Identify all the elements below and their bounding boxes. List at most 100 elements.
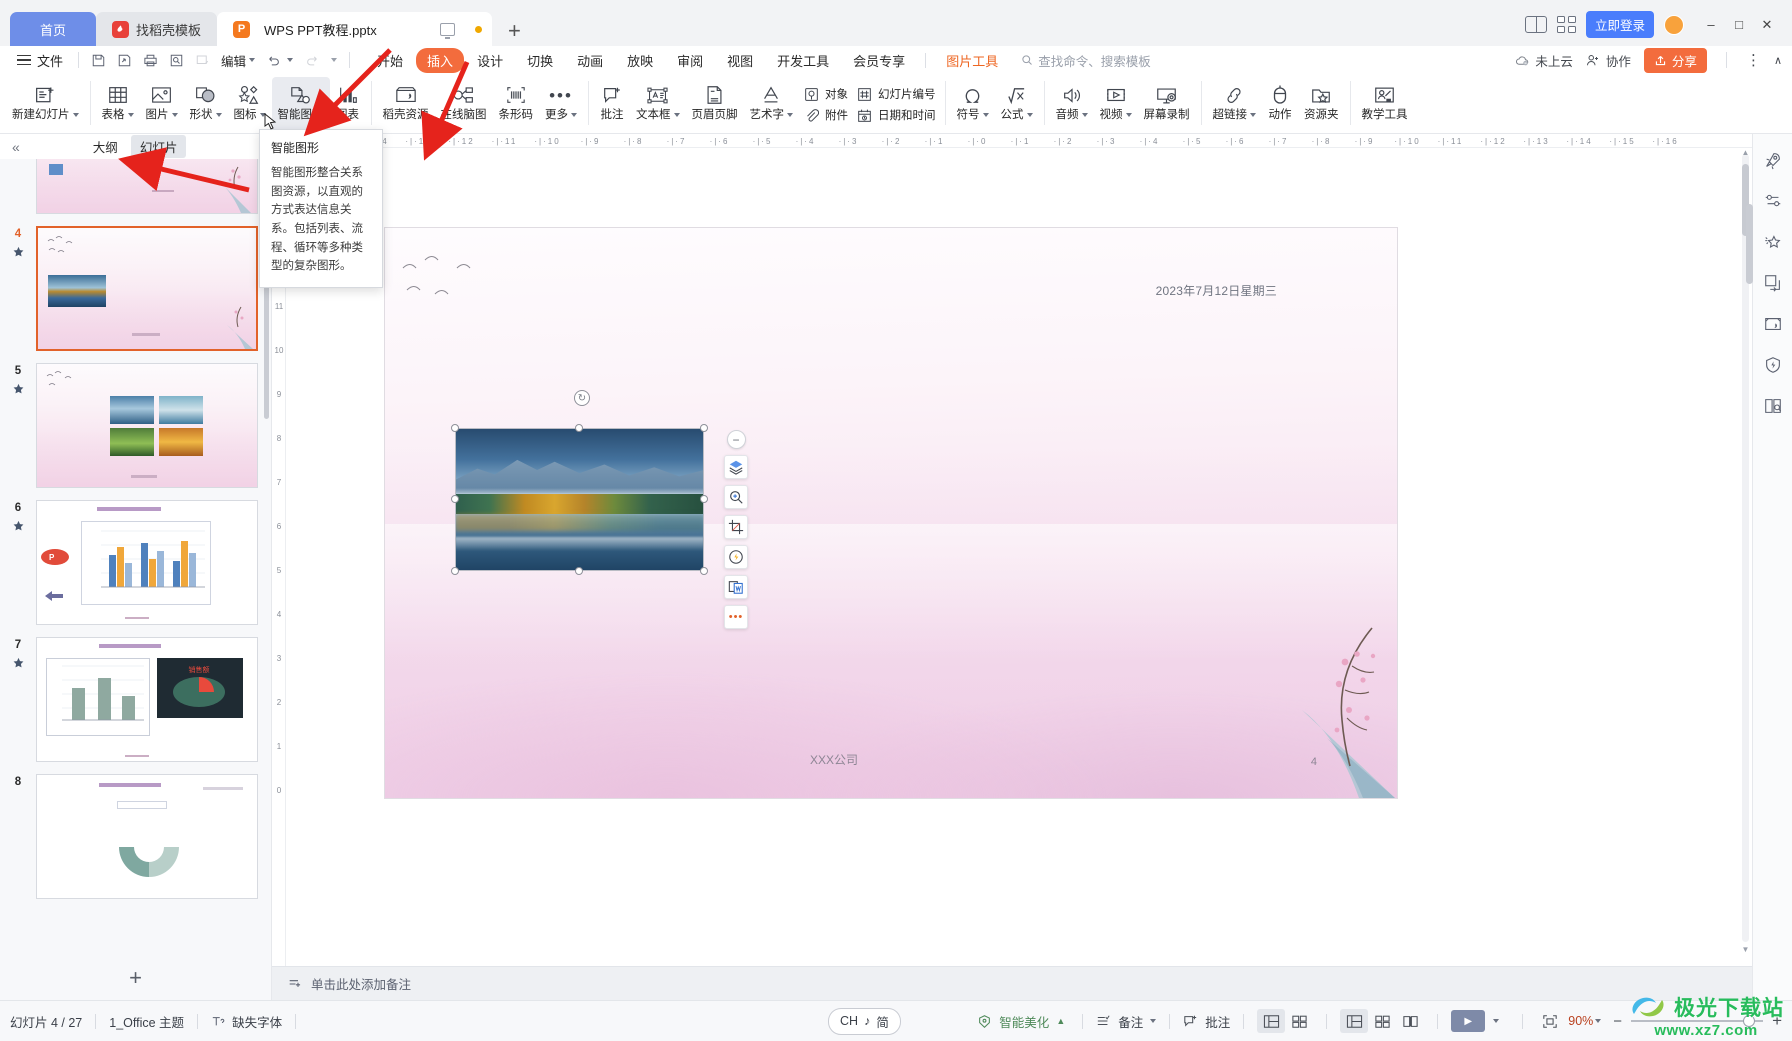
slide-count[interactable]: 幻灯片 4 / 27 [10,1012,82,1031]
resize-handle-n[interactable] [575,424,583,432]
zoom-in-button[interactable]: + [1772,1011,1782,1031]
thumbnail-star-icon[interactable] [12,520,25,533]
file-menu-button[interactable]: 文件 [8,51,72,70]
collaborate-button[interactable]: 协作 [1586,51,1631,70]
ribbon-teaching-tool[interactable]: 教学工具 [1356,77,1414,132]
save-as-icon[interactable] [111,49,137,71]
horizontal-ruler[interactable]: ·|·16·|·15·|·14·|·13·|·12·|·11·|·10·|·9·… [272,134,1752,148]
ribbon-tab-view[interactable]: 视图 [716,48,764,73]
rotate-handle[interactable]: ↻ [574,390,590,406]
ribbon-table[interactable]: 表格 [96,77,140,132]
ribbon-comment[interactable]: 批注 [594,77,630,132]
more-options-button[interactable]: ••• [724,605,748,629]
slide-surface[interactable]: 2023年7月12日星期三 XXX公司 4 ↻ − ••• [385,228,1397,798]
app-grid-icon[interactable] [1556,16,1576,33]
view-reading[interactable] [1396,1009,1424,1033]
slide-canvas-area[interactable]: 131211109876543210 2023年7月12日星期三 XXX公司 4 [272,148,1752,966]
chevron-double-left-icon[interactable]: « [8,139,24,155]
view-sorter-2[interactable] [1368,1009,1396,1033]
tab-document[interactable]: P WPS PPT教程.pptx [217,12,493,46]
ribbon-tab-member[interactable]: 会员专享 [842,48,916,73]
thumbnail-canvas[interactable] [36,159,258,214]
slide-date-text[interactable]: 2023年7月12日星期三 [1156,282,1277,299]
ribbon-slide-number[interactable]: 幻灯片编号 [856,86,936,103]
theme-name[interactable]: 1_Office 主题 [109,1012,184,1031]
notes-toggle[interactable]: 备注 [1096,1012,1157,1031]
ribbon-online-mindmap[interactable]: 在线脑图 [435,77,493,132]
ribbon-tab-slideshow[interactable]: 放映 [616,48,664,73]
add-slide-button[interactable]: + [0,956,271,1000]
undo-dropdown-icon[interactable] [287,58,294,62]
undo-icon[interactable] [261,49,287,71]
ribbon-object[interactable]: 对象 [803,86,848,103]
ribbon-docer-resource[interactable]: 稻壳资源 [377,77,435,132]
new-tab-button[interactable]: + [492,20,537,46]
thumbnail-star-icon[interactable] [12,246,25,259]
thumbnail-item-5[interactable]: 5 [0,357,271,494]
resize-handle-se[interactable] [700,567,708,575]
thumbnail-star-icon[interactable] [12,383,25,396]
thumbnail-canvas[interactable]: 销售额 [36,637,258,762]
ribbon-smartart[interactable]: 智能图形 [271,77,330,132]
tab-slides[interactable]: 幻灯片 [130,135,187,158]
chevron-up-icon[interactable]: ∧ [1774,54,1782,67]
smart-beautify[interactable]: 智能美化 ▲ [977,1012,1065,1031]
tab-outline[interactable]: 大纲 [84,135,127,158]
ribbon-tab-transition[interactable]: 切换 [516,48,564,73]
ribbon-tab-design[interactable]: 设计 [466,48,514,73]
zoom-slider-knob[interactable] [1743,1015,1756,1027]
ribbon-new-slide[interactable]: 新建幻灯片 [6,77,85,132]
ribbon-picture[interactable]: 图片 [140,77,184,132]
ribbon-more[interactable]: ••• 更多 [539,77,583,132]
view-normal-2[interactable] [1340,1009,1369,1033]
zoom-dropdown-icon[interactable] [1595,1019,1602,1023]
ribbon-attachment[interactable]: 附件 [803,107,848,124]
ribbon-tab-review[interactable]: 审阅 [666,48,714,73]
ribbon-wordart[interactable]: 艺术字 [744,77,800,132]
quick-access-more-icon[interactable] [331,58,338,62]
ime-indicator[interactable]: CH ♪ 简 [828,1007,901,1035]
thumbnail-canvas[interactable]: P [36,500,258,625]
ribbon-date-time[interactable]: 日期和时间 [856,107,936,124]
ribbon-chart[interactable]: 图表 [330,77,366,132]
thumbnail-item-7[interactable]: 7 销售额 [0,631,271,768]
comment-toggle[interactable]: 批注 [1183,1012,1230,1031]
zoom-slider[interactable] [1631,1015,1764,1027]
more-vertical-icon[interactable]: ⋮ [1746,53,1761,68]
picture-to-text-button[interactable] [724,575,748,599]
thumbnail-item-4[interactable]: 4 [0,220,271,357]
ribbon-resource-folder[interactable]: 资源夹 [1298,77,1345,132]
resize-handle-e[interactable] [700,495,708,503]
tab-docer-template[interactable]: 找稻壳模板 [96,12,218,46]
ribbon-shapes[interactable]: 形状 [184,77,228,132]
ribbon-hyperlink[interactable]: 超链接 [1207,77,1263,132]
collapse-toolbar-button[interactable]: − [726,430,746,449]
resize-handle-ne[interactable] [700,424,708,432]
thumbnail-item-8[interactable]: 8 [0,768,271,905]
zoom-out-button[interactable]: − [1613,1013,1622,1030]
presentation-mode-icon[interactable] [440,22,456,39]
tab-home[interactable]: 首页 [10,12,97,46]
crop-picture-button[interactable] [724,515,748,539]
print-preview-icon[interactable] [163,49,189,71]
rail-beautify[interactable] [1761,230,1785,254]
resize-handle-nw[interactable] [451,424,459,432]
print-icon[interactable] [137,49,163,71]
thumbnail-canvas[interactable] [36,363,258,488]
redo-icon[interactable] [299,49,325,71]
rail-security[interactable] [1761,353,1785,377]
view-normal[interactable] [1257,1009,1286,1033]
ribbon-tab-picture-tools[interactable]: 图片工具 [935,48,1009,73]
rail-settings[interactable] [1761,189,1785,213]
maximize-button[interactable]: □ [1726,14,1752,36]
edit-mode-dropdown[interactable]: 编辑 [215,51,261,70]
ribbon-formula[interactable]: 公式 [995,77,1039,132]
slideshow-dropdown-icon[interactable] [1493,1019,1500,1023]
scroll-down-arrow-icon[interactable]: ▼ [1741,945,1750,954]
avatar[interactable] [1664,14,1684,35]
rail-scrollbar[interactable] [1746,204,1753,284]
start-slideshow-button[interactable]: ▶ [1451,1010,1486,1032]
ribbon-audio[interactable]: 音频 [1050,77,1094,132]
close-button[interactable]: ✕ [1754,14,1780,36]
cloud-status[interactable]: 未上云 [1515,51,1573,70]
